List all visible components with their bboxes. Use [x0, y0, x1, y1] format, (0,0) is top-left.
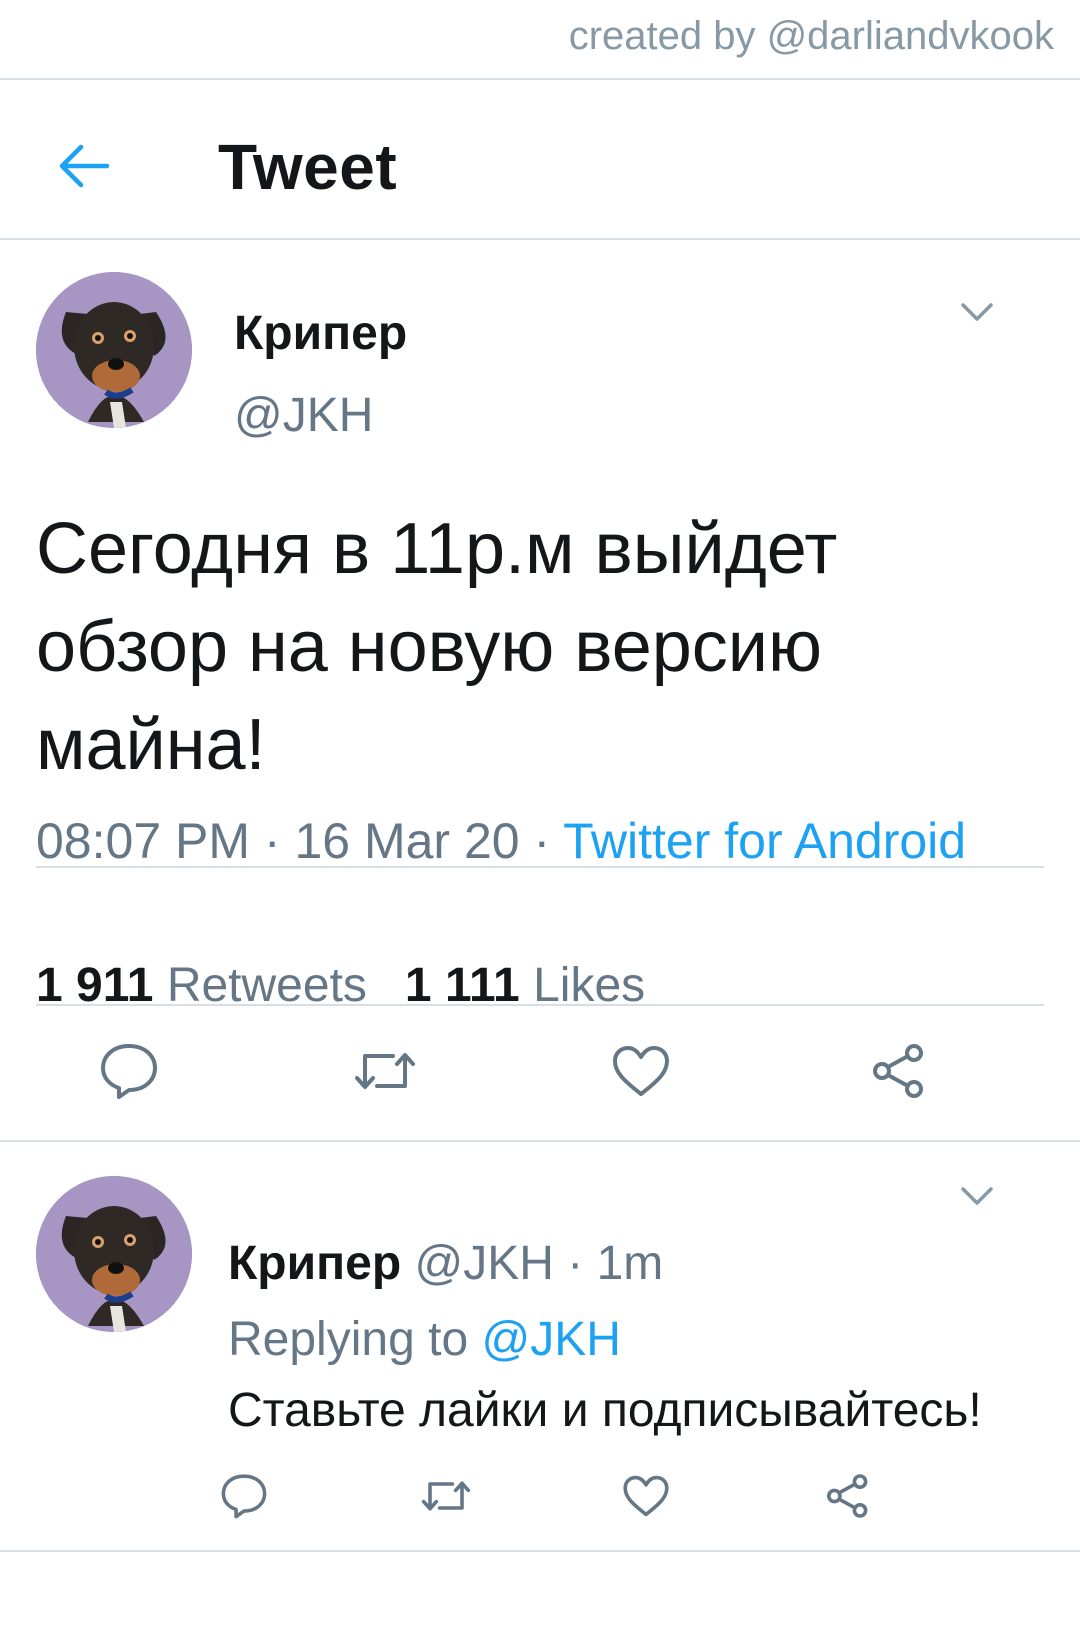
- retweet-button[interactable]: [350, 1036, 420, 1106]
- divider: [36, 1004, 1044, 1006]
- divider: [36, 866, 1044, 868]
- divider: [0, 1550, 1080, 1552]
- creator-credit: created by @darliandvkook: [568, 14, 1054, 58]
- retweet-icon: [355, 1053, 415, 1089]
- chevron-down-icon: [961, 1187, 993, 1205]
- reply-button[interactable]: [94, 1036, 164, 1106]
- reply-share-button[interactable]: [818, 1466, 878, 1526]
- reply-reply-button[interactable]: [214, 1466, 274, 1526]
- reply-like-button[interactable]: [616, 1466, 676, 1526]
- like-button[interactable]: [606, 1036, 676, 1106]
- reply-more-options-button[interactable]: [960, 1184, 994, 1213]
- arrow-left-icon: [59, 144, 110, 188]
- reply-author-name[interactable]: Крипер: [228, 1237, 401, 1290]
- separator: ·: [567, 1237, 597, 1290]
- author-handle[interactable]: @JKH: [234, 388, 373, 443]
- divider: [0, 78, 1080, 80]
- reply-header: Крипер @JKH · 1m: [228, 1236, 663, 1291]
- speech-bubble-icon: [101, 1044, 157, 1099]
- chevron-down-icon: [961, 303, 993, 321]
- page-title: Tweet: [218, 131, 398, 203]
- reply-avatar[interactable]: [36, 1176, 192, 1332]
- separator: ·: [533, 813, 564, 869]
- speech-bubble-icon: [221, 1474, 267, 1519]
- reply-author-handle[interactable]: @JKH: [414, 1237, 553, 1290]
- author-name[interactable]: Крипер: [234, 306, 407, 361]
- retweet-icon: [421, 1481, 471, 1511]
- replying-to-link[interactable]: @JKH: [481, 1313, 620, 1366]
- heart-icon: [623, 1475, 669, 1517]
- more-options-button[interactable]: [960, 300, 994, 329]
- reply-age: 1m: [596, 1237, 664, 1290]
- tweet-text: Сегодня в 11р.м выйдет обзор на новую ве…: [36, 509, 838, 785]
- reply-text: Ставьте лайки и подписывайтесь!: [228, 1384, 982, 1437]
- divider: [0, 1140, 1080, 1142]
- tweet-source-link[interactable]: Twitter for Android: [563, 813, 966, 869]
- replying-to: Replying to @JKH: [228, 1312, 621, 1367]
- reply-retweet-button[interactable]: [416, 1466, 476, 1526]
- back-button[interactable]: [54, 136, 114, 196]
- share-icon: [827, 1474, 868, 1518]
- share-icon: [873, 1044, 923, 1098]
- divider: [0, 238, 1080, 240]
- tweet-date: 16 Mar 20: [294, 813, 520, 869]
- avatar[interactable]: [36, 272, 192, 428]
- separator: ·: [263, 813, 295, 869]
- tweet-meta: 08:07 PM · 16 Mar 20 · Twitter for Andro…: [36, 812, 966, 870]
- replying-prefix: Replying to: [228, 1313, 469, 1366]
- share-button[interactable]: [864, 1036, 934, 1106]
- tweet-time: 08:07 PM: [36, 813, 251, 869]
- heart-icon: [613, 1046, 669, 1096]
